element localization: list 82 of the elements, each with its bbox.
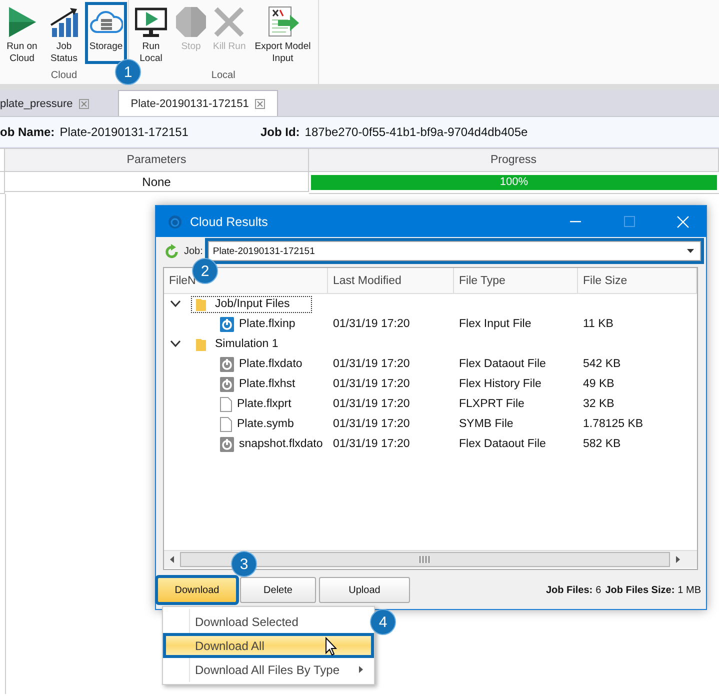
power-file-icon xyxy=(220,436,234,452)
file-name[interactable]: Plate.flxdato xyxy=(239,358,302,370)
menu-item[interactable]: Download All xyxy=(164,634,373,657)
file-name[interactable]: snapshot.flxdato xyxy=(239,438,323,450)
table-cell: 49 KB xyxy=(583,378,614,390)
table-cell: 01/31/19 17:20 xyxy=(333,398,410,410)
action-button[interactable]: Download xyxy=(157,577,237,603)
power-file-icon xyxy=(220,356,234,372)
power-file-icon xyxy=(220,376,234,392)
submenu-arrow-icon xyxy=(359,666,363,673)
column-header[interactable]: Last Modified xyxy=(333,274,402,286)
table-cell: Flex Dataout File xyxy=(459,358,546,370)
chevron-icon[interactable] xyxy=(170,300,181,308)
folder-item[interactable]: Simulation 1 xyxy=(191,336,300,352)
group-label: Local xyxy=(211,70,236,81)
table-cell: 01/31/19 17:20 xyxy=(333,358,410,370)
table-cell: 11 KB xyxy=(583,318,614,330)
table-cell: Flex Dataout File xyxy=(459,438,546,450)
table-cell: Flex Input File xyxy=(459,318,532,330)
file-name[interactable]: Plate.flxhst xyxy=(239,378,296,390)
ribbon-button[interactable]: Job Status xyxy=(44,3,84,65)
stop-icon xyxy=(175,6,207,38)
power-file-icon xyxy=(220,316,234,332)
ribbon-button[interactable]: Export Model Input xyxy=(250,3,316,65)
caret-icon xyxy=(687,249,694,253)
close-icon[interactable] xyxy=(78,98,89,108)
status-value: 6 xyxy=(596,584,602,596)
action-button[interactable]: Delete xyxy=(240,577,316,603)
close-icon[interactable] xyxy=(254,98,265,108)
column-header[interactable]: File Type xyxy=(459,274,506,286)
cursor-icon xyxy=(325,637,337,656)
job-dropdown[interactable]: Plate-20190131-172151 xyxy=(208,241,701,261)
menu-item[interactable]: Download Selected xyxy=(164,610,373,633)
file-name[interactable]: Plate.flxinp xyxy=(239,318,296,330)
refresh-icon[interactable] xyxy=(165,244,179,258)
table-cell: FLXPRT File xyxy=(459,398,524,410)
document-icon xyxy=(220,416,232,432)
table-cell: 01/31/19 17:20 xyxy=(333,438,410,450)
status-label: Job Files: xyxy=(546,584,593,596)
field-value: 187be270-0f55-41b1-bf9a-9704d4db405e xyxy=(304,125,528,139)
file-name[interactable]: Plate.symb xyxy=(237,418,294,430)
close-icon xyxy=(213,6,246,38)
ribbon-button[interactable]: Run on Cloud xyxy=(2,3,42,65)
action-button[interactable]: Upload xyxy=(319,577,410,603)
status-label: Job Files Size: xyxy=(605,584,675,596)
monitor-play-icon xyxy=(135,6,167,38)
document-icon xyxy=(220,396,232,412)
menu-item[interactable]: Download All Files By Type xyxy=(164,658,373,681)
progress-reading: 100% xyxy=(498,176,530,188)
field-label: ob Name: xyxy=(0,125,55,139)
window-title: Cloud Results xyxy=(190,214,269,228)
column-header[interactable]: Parameters xyxy=(126,154,186,166)
table-cell: SYMB File xyxy=(459,418,514,430)
status-value: 1 MB xyxy=(678,584,701,596)
folder-icon xyxy=(196,338,206,350)
tab[interactable]: Plate-20190131-172151 xyxy=(118,90,278,116)
table-cell: 32 KB xyxy=(583,398,614,410)
folder-item[interactable]: Job/Input Files xyxy=(191,296,312,312)
file-name[interactable]: Plate.flxprt xyxy=(237,398,292,410)
field-label: Job: xyxy=(184,246,203,256)
column-header[interactable]: Progress xyxy=(490,154,537,166)
field-label: Job Id: xyxy=(260,125,300,139)
table-cell: 01/31/19 17:20 xyxy=(333,378,410,390)
folder-icon xyxy=(196,298,206,310)
table-cell: Flex History File xyxy=(459,378,542,390)
field-value: Plate-20190131-172151 xyxy=(60,125,188,139)
column-header[interactable]: File Size xyxy=(583,274,628,286)
table-cell: 1.78125 KB xyxy=(583,418,644,430)
table-cell: 01/31/19 17:20 xyxy=(333,418,410,430)
export-document-icon xyxy=(266,6,300,38)
chevron-icon[interactable] xyxy=(170,340,181,348)
power-icon xyxy=(168,214,182,228)
minimize-icon[interactable] xyxy=(570,220,580,222)
table-cell: 01/31/19 17:20 xyxy=(333,318,410,330)
group-label: Cloud xyxy=(50,70,78,81)
tab[interactable]: plate_pressure xyxy=(0,91,101,116)
table-cell: None xyxy=(142,174,171,188)
table-cell: 542 KB xyxy=(583,358,621,370)
cloud-storage-icon xyxy=(89,8,123,36)
play-icon xyxy=(7,6,37,38)
table-cell: 582 KB xyxy=(583,438,621,450)
bar-chart-icon xyxy=(49,6,79,38)
